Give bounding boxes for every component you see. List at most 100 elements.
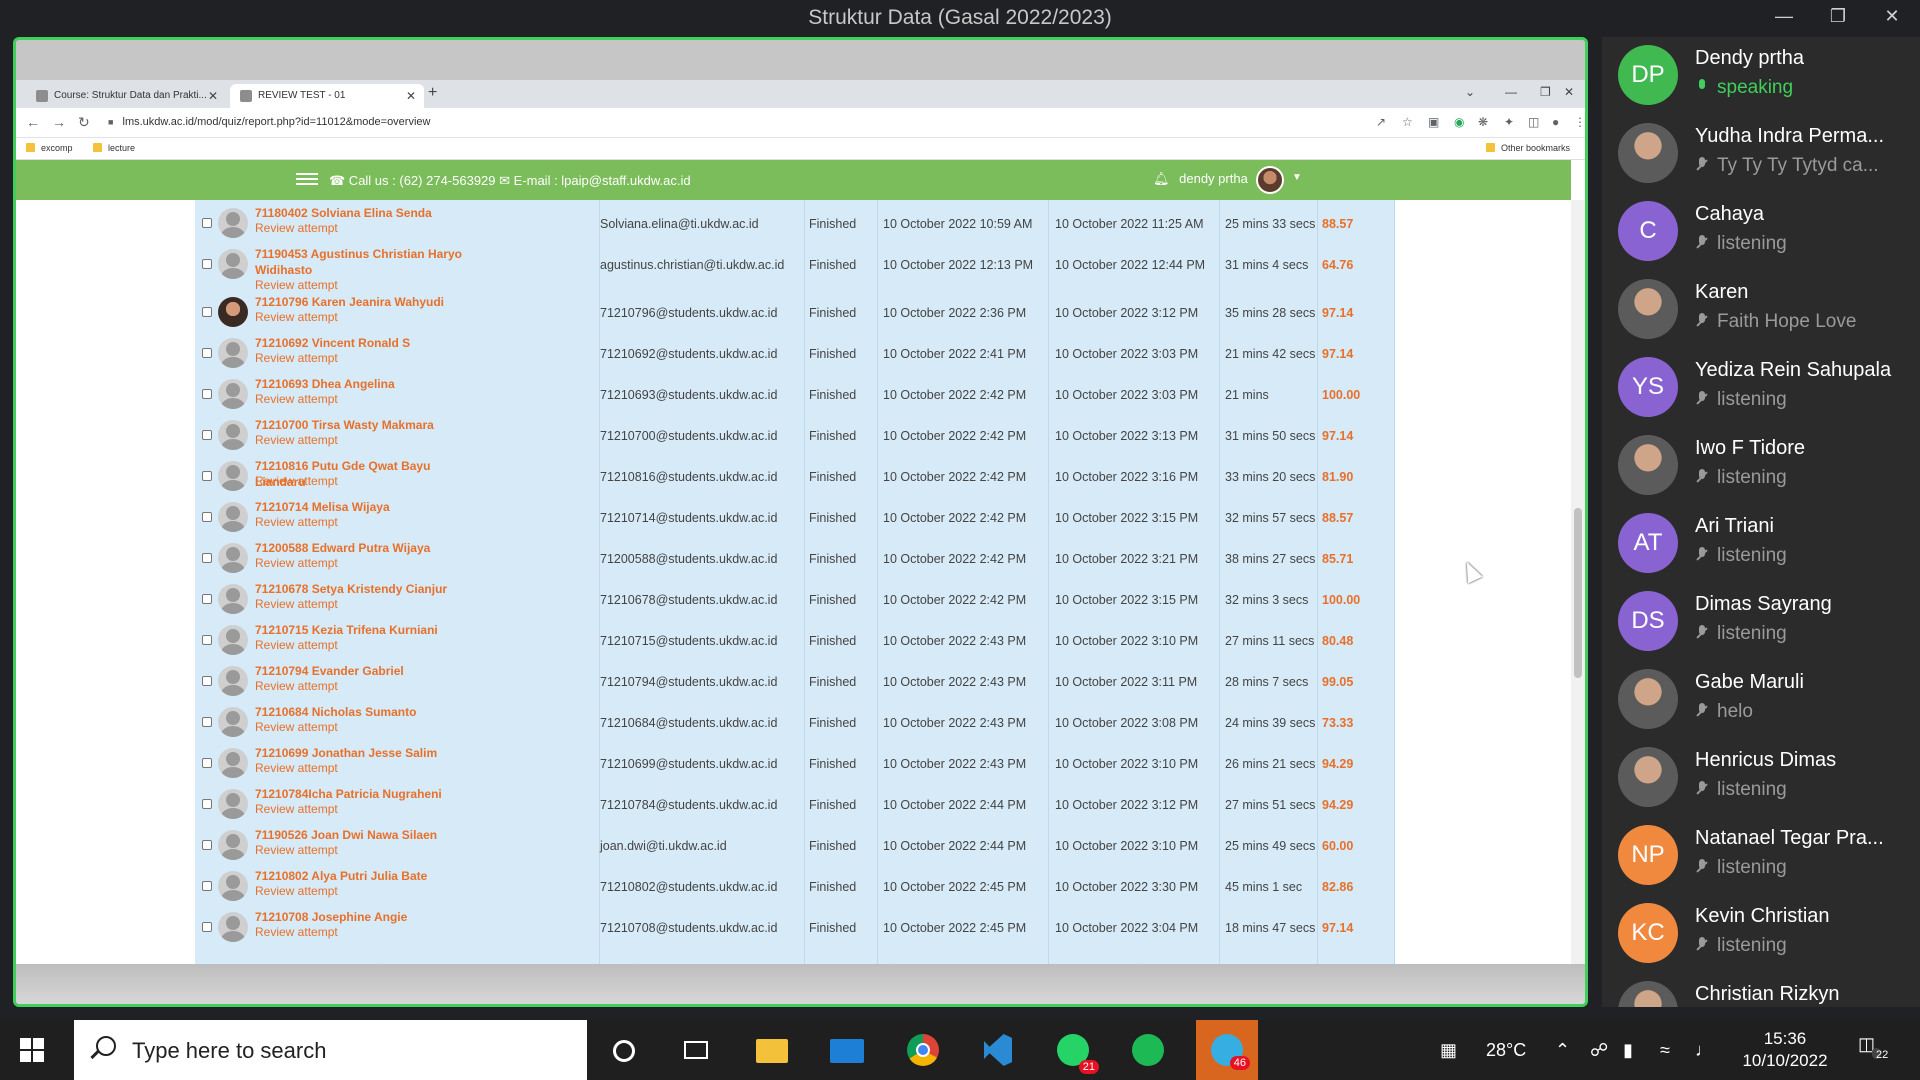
participant[interactable]: DS Dimas Sayrang listening: [1602, 583, 1920, 661]
task-view-icon[interactable]: [676, 1030, 716, 1070]
extensions-icon[interactable]: ✦: [1504, 115, 1514, 129]
grade-link[interactable]: 80.48: [1322, 634, 1353, 648]
participant[interactable]: Yudha Indra Perma... Ty Ty Ty Tytyd ca...: [1602, 115, 1920, 193]
student-name-link[interactable]: 71210794 Evander Gabriel: [255, 663, 470, 679]
cortana-icon[interactable]: [604, 1030, 644, 1070]
grade-link[interactable]: 81.90: [1322, 470, 1353, 484]
student-name-link[interactable]: 71200588 Edward Putra Wijaya: [255, 540, 470, 556]
student-name-link[interactable]: 71180402 Solviana Elina Senda: [255, 205, 470, 221]
windows-start-icon[interactable]: [20, 1038, 44, 1062]
bookmark-lecture[interactable]: lecture: [93, 143, 135, 153]
news-icon[interactable]: ▦: [1440, 1040, 1457, 1061]
back-icon[interactable]: ←: [26, 114, 40, 130]
bookmark-excomp[interactable]: excomp: [26, 143, 73, 153]
taskbar-search[interactable]: Type here to search: [74, 1020, 587, 1080]
grade-link[interactable]: 60.00: [1322, 839, 1353, 853]
close-tab-icon[interactable]: ✕: [406, 89, 416, 103]
reader-icon[interactable]: ▣: [1428, 115, 1439, 129]
sidepanel-icon[interactable]: ◫: [1528, 115, 1539, 129]
student-name-link[interactable]: 71190453 Agustinus Christian Haryo Widih…: [255, 246, 470, 278]
chevron-down-icon[interactable]: ▼: [1292, 172, 1302, 183]
grammarly-icon[interactable]: ◉: [1454, 115, 1464, 129]
student-name-link[interactable]: 71210693 Dhea Angelina: [255, 376, 470, 392]
grade-link[interactable]: 88.57: [1322, 217, 1353, 231]
student-name-link[interactable]: 71210784Icha Patricia Nugraheni: [255, 786, 470, 802]
participant[interactable]: YS Yediza Rein Sahupala listening: [1602, 349, 1920, 427]
review-attempt-link[interactable]: Review attempt: [255, 638, 338, 652]
student-name-link[interactable]: 71210708 Josephine Angie: [255, 909, 470, 925]
row-checkbox[interactable]: [202, 430, 212, 440]
tab-course[interactable]: Course: Struktur Data dan Prakti... ✕: [26, 84, 226, 108]
grade-link[interactable]: 94.29: [1322, 798, 1353, 812]
vscode-icon[interactable]: [978, 1030, 1018, 1070]
avatar[interactable]: [1256, 166, 1284, 194]
new-tab-button[interactable]: +: [428, 84, 437, 102]
row-checkbox[interactable]: [202, 389, 212, 399]
review-attempt-link[interactable]: Review attempt: [255, 278, 338, 292]
student-name-link[interactable]: 71210678 Setya Kristendy Cianjur: [255, 581, 470, 597]
review-attempt-link[interactable]: Review attempt: [255, 474, 338, 488]
battery-icon[interactable]: ▮: [1623, 1040, 1633, 1061]
file-explorer-icon[interactable]: [752, 1030, 792, 1070]
row-checkbox[interactable]: [202, 218, 212, 228]
participant[interactable]: NP Natanael Tegar Pra... listening: [1602, 817, 1920, 895]
grade-link[interactable]: 99.05: [1322, 675, 1353, 689]
grade-link[interactable]: 73.33: [1322, 716, 1353, 730]
review-attempt-link[interactable]: Review attempt: [255, 556, 338, 570]
review-attempt-link[interactable]: Review attempt: [255, 392, 338, 406]
student-name-link[interactable]: 71210684 Nicholas Sumanto: [255, 704, 470, 720]
browser-restore-button[interactable]: ❐: [1540, 85, 1551, 99]
participant[interactable]: Gabe Maruli helo: [1602, 661, 1920, 739]
participant[interactable]: Iwo F Tidore listening: [1602, 427, 1920, 505]
participant[interactable]: C Cahaya listening: [1602, 193, 1920, 271]
row-checkbox[interactable]: [202, 840, 212, 850]
share-icon[interactable]: ↗: [1376, 115, 1386, 129]
student-name-link[interactable]: 71210692 Vincent Ronald S: [255, 335, 470, 351]
student-name-link[interactable]: 71210802 Alya Putri Julia Bate: [255, 868, 470, 884]
tab-search-icon[interactable]: ⌄: [1465, 85, 1475, 99]
spotify-icon[interactable]: [1128, 1030, 1168, 1070]
grade-link[interactable]: 97.14: [1322, 306, 1353, 320]
review-attempt-link[interactable]: Review attempt: [255, 720, 338, 734]
clock[interactable]: 15:36 10/10/2022: [1730, 1028, 1840, 1072]
chevron-up-icon[interactable]: ⌃: [1555, 1040, 1570, 1061]
hamburger-menu-icon[interactable]: [296, 170, 318, 188]
review-attempt-link[interactable]: Review attempt: [255, 679, 338, 693]
mail-icon[interactable]: [827, 1030, 867, 1070]
grade-link[interactable]: 85.71: [1322, 552, 1353, 566]
student-name-link[interactable]: 71210700 Tirsa Wasty Makmara: [255, 417, 470, 433]
meet-icon[interactable]: ☍: [1590, 1040, 1608, 1061]
row-checkbox[interactable]: [202, 512, 212, 522]
student-name-link[interactable]: 71210796 Karen Jeanira Wahyudi: [255, 294, 470, 310]
review-attempt-link[interactable]: Review attempt: [255, 351, 338, 365]
row-checkbox[interactable]: [202, 717, 212, 727]
grade-link[interactable]: 88.57: [1322, 511, 1353, 525]
participant[interactable]: AT Ari Triani listening: [1602, 505, 1920, 583]
scrollbar-thumb[interactable]: [1574, 508, 1582, 678]
whatsapp-icon[interactable]: 21: [1053, 1030, 1099, 1074]
row-checkbox[interactable]: [202, 594, 212, 604]
grade-link[interactable]: 64.76: [1322, 258, 1353, 272]
menu-icon[interactable]: ⋮: [1574, 115, 1585, 129]
row-checkbox[interactable]: [202, 635, 212, 645]
grade-link[interactable]: 100.00: [1322, 388, 1360, 402]
review-attempt-link[interactable]: Review attempt: [255, 843, 338, 857]
browser-close-button[interactable]: ✕: [1564, 85, 1574, 99]
review-attempt-link[interactable]: Review attempt: [255, 310, 338, 324]
reload-icon[interactable]: ↻: [78, 114, 90, 131]
participant[interactable]: KC Kevin Christian listening: [1602, 895, 1920, 973]
row-checkbox[interactable]: [202, 799, 212, 809]
telegram-icon[interactable]: 46: [1196, 1020, 1258, 1080]
bell-icon[interactable]: 🔔︎: [1153, 171, 1170, 186]
row-checkbox[interactable]: [202, 259, 212, 269]
participant[interactable]: Christian Rizkyn: [1602, 973, 1920, 1007]
profile-icon[interactable]: ●: [1552, 115, 1559, 129]
row-checkbox[interactable]: [202, 307, 212, 317]
review-attempt-link[interactable]: Review attempt: [255, 761, 338, 775]
star-icon[interactable]: ☆: [1402, 115, 1413, 129]
row-checkbox[interactable]: [202, 471, 212, 481]
review-attempt-link[interactable]: Review attempt: [255, 515, 338, 529]
grade-link[interactable]: 97.14: [1322, 347, 1353, 361]
student-name-link[interactable]: 71210714 Melisa Wijaya: [255, 499, 470, 515]
restore-button[interactable]: ❐: [1823, 6, 1853, 27]
